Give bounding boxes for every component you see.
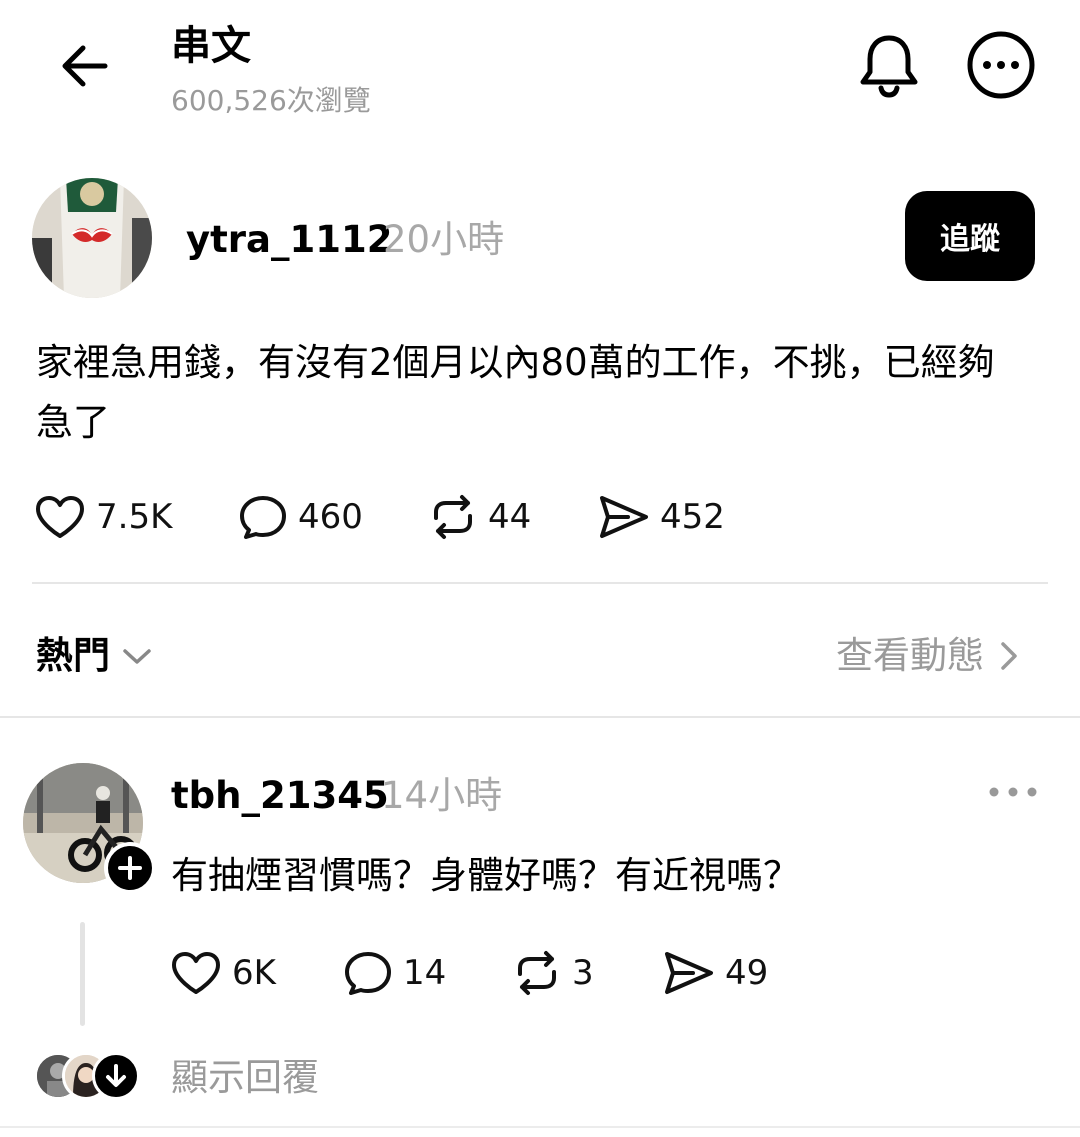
comment-share-button[interactable]: 49 <box>663 950 768 996</box>
expand-replies-button[interactable] <box>92 1052 140 1100</box>
heart-icon <box>172 952 220 994</box>
repost-icon <box>518 951 556 995</box>
post-body: 家裡急用錢，有沒有2個月以內80萬的工作，不挑，已經夠急了 <box>36 341 995 444</box>
send-icon <box>665 952 713 994</box>
comment-like-button[interactable]: 6K <box>170 950 276 996</box>
chevron-right-icon <box>1001 642 1017 670</box>
repost-button[interactable]: 44 <box>428 494 531 540</box>
comment-like-count: 6K <box>232 953 276 993</box>
reply-avatars[interactable] <box>34 1052 144 1100</box>
comment-bubble-icon <box>240 496 286 539</box>
commenter-username[interactable]: tbh_21345 <box>171 772 389 820</box>
show-replies-link[interactable]: 顯示回覆 <box>171 1054 319 1102</box>
author-avatar[interactable] <box>32 178 152 298</box>
avatar-image <box>32 178 152 298</box>
comment-reply-count: 14 <box>403 953 447 993</box>
arrow-down-icon <box>106 1064 126 1087</box>
activity-label: 查看動態 <box>836 634 984 677</box>
view-activity-link[interactable]: 查看動態 <box>836 632 1022 680</box>
send-icon <box>600 496 648 538</box>
sort-label: 熱門 <box>36 634 110 677</box>
comment-count: 460 <box>298 497 363 537</box>
comment-repost-button[interactable]: 3 <box>512 950 594 996</box>
comment-repost-count: 3 <box>572 953 594 993</box>
comment-time: 14小時 <box>381 774 503 817</box>
back-button[interactable] <box>52 38 116 94</box>
section-divider <box>0 716 1080 718</box>
post-time: 20小時 <box>383 218 505 261</box>
repost-count: 44 <box>488 497 532 537</box>
more-options-button[interactable] <box>964 28 1038 102</box>
heart-icon <box>36 496 84 538</box>
bell-icon <box>860 35 918 98</box>
like-button[interactable]: 7.5K <box>34 494 172 540</box>
plus-icon <box>118 856 142 880</box>
more-horizontal-icon <box>989 787 1037 797</box>
follow-plus-button[interactable] <box>104 842 156 894</box>
comment-reply-button[interactable]: 14 <box>343 950 446 996</box>
like-count: 7.5K <box>96 497 173 537</box>
comment-more-button[interactable] <box>984 772 1042 812</box>
comment-share-count: 49 <box>725 953 769 993</box>
page-title: 串文 <box>171 23 251 69</box>
repost-icon <box>434 495 472 539</box>
comment-body: 有抽煙習慣嗎？身體好嗎？有近視嗎？ <box>171 854 800 897</box>
share-button[interactable]: 452 <box>598 494 725 540</box>
view-count: 600,526次瀏覽 <box>171 84 371 117</box>
share-count: 452 <box>660 497 725 537</box>
arrow-left-icon <box>62 45 108 87</box>
follow-button[interactable]: 追蹤 <box>905 191 1035 281</box>
comment-button[interactable]: 460 <box>238 494 363 540</box>
more-circle-icon <box>967 31 1035 99</box>
comment-bubble-icon <box>345 952 391 995</box>
chevron-down-icon <box>123 649 151 664</box>
divider <box>32 582 1048 584</box>
author-username[interactable]: ytra_1112 <box>186 216 393 264</box>
sort-dropdown[interactable]: 熱門 <box>36 632 154 680</box>
bottom-divider <box>0 1126 1080 1128</box>
notify-button[interactable] <box>856 30 922 100</box>
thread-line <box>80 922 85 1026</box>
